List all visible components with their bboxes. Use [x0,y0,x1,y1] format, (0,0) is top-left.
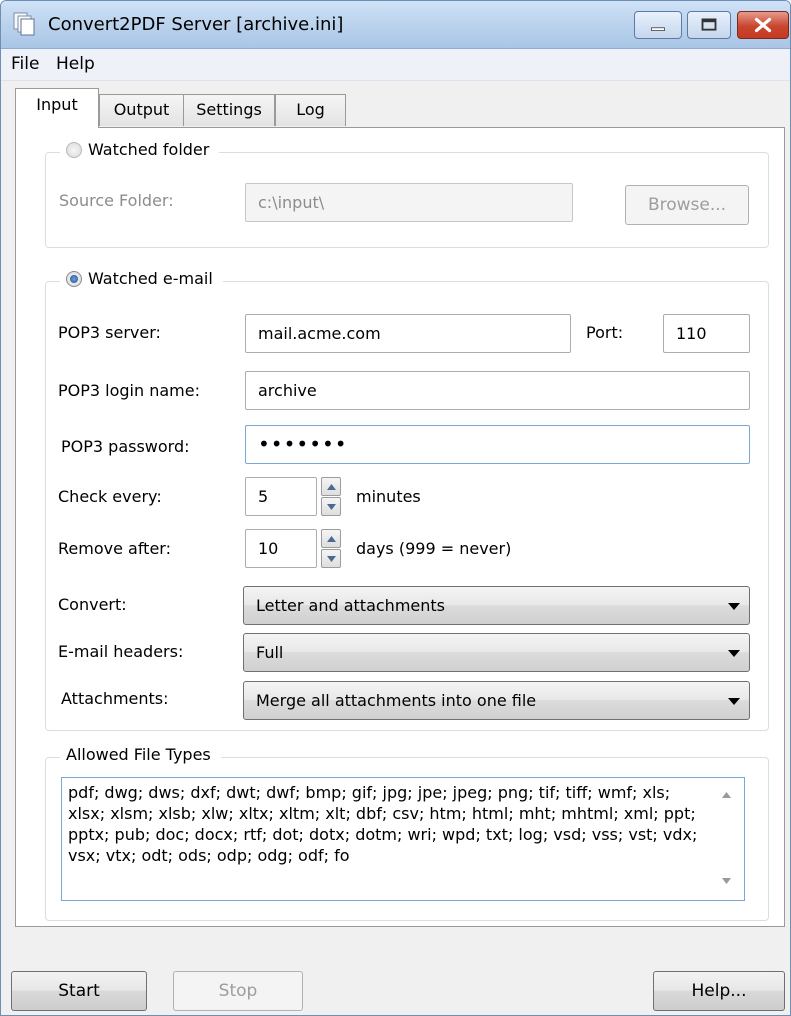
arrow-down-icon [327,504,336,510]
stop-button[interactable]: Stop [173,971,303,1011]
attachments-select[interactable]: Merge all attachments into one file [243,681,750,720]
remove-after-input[interactable]: 10 [245,529,317,568]
tab-log[interactable]: Log [275,94,346,126]
vertical-scrollbar[interactable] [708,778,744,900]
title-bar[interactable]: Convert2PDF Server [archive.ini] [1,1,790,49]
remove-after-label: Remove after: [58,539,171,558]
check-every-label: Check every: [58,487,162,506]
arrow-up-icon [327,484,336,490]
spin-down-button[interactable] [321,549,341,568]
maximize-icon [701,18,717,31]
pop3-server-input[interactable]: mail.acme.com [245,314,571,353]
pop3-login-label: POP3 login name: [58,381,200,400]
source-folder-input[interactable]: c:\input\ [245,183,573,222]
dropdown-arrow-icon [728,698,740,705]
menu-help[interactable]: Help [56,54,95,74]
maximize-button[interactable] [687,11,731,39]
email-headers-select[interactable]: Full [243,633,750,672]
allowed-file-types-textarea[interactable]: pdf; dwg; dws; dxf; dwt; dwf; bmp; gif; … [61,777,745,901]
dropdown-arrow-icon [728,650,740,657]
port-input[interactable]: 110 [663,314,750,353]
browse-button[interactable]: Browse... [625,185,749,225]
watched-folder-label: Watched folder [88,140,210,159]
watched-email-label: Watched e-mail [88,269,213,288]
pop3-password-label: POP3 password: [61,437,190,456]
spin-down-button[interactable] [321,497,341,516]
tab-input[interactable]: Input [15,88,99,128]
attachments-label: Attachments: [61,689,169,708]
attachments-selected-value: Merge all attachments into one file [256,691,537,710]
allowed-file-types-legend: Allowed File Types [60,745,221,764]
menu-bar: File Help [1,49,790,81]
app-window: Convert2PDF Server [archive.ini] File He… [0,0,791,1016]
document-stack-icon [13,12,35,36]
convert-label: Convert: [58,595,127,614]
spin-up-button[interactable] [321,529,341,548]
help-button[interactable]: Help... [653,971,785,1011]
arrow-down-icon [327,556,336,562]
minimize-button[interactable] [634,11,682,39]
close-icon [754,17,772,33]
check-every-unit: minutes [356,487,421,506]
source-folder-label: Source Folder: [59,191,174,210]
pop3-password-input[interactable]: ••••••• [245,425,750,464]
tab-output[interactable]: Output [99,94,184,126]
radio-checked [66,270,82,287]
watched-folder-radio[interactable]: Watched folder [60,140,220,159]
dropdown-arrow-icon [728,603,740,610]
window-title: Convert2PDF Server [archive.ini] [48,14,344,35]
allowed-file-types-title: Allowed File Types [66,745,211,764]
pop3-login-input[interactable]: archive [245,371,750,410]
radio-unchecked [66,141,82,158]
menu-file[interactable]: File [11,54,39,74]
port-label: Port: [586,323,624,342]
remove-after-spinner[interactable] [321,529,341,568]
arrow-up-icon [327,536,336,542]
scroll-up-arrow-icon[interactable] [722,792,731,798]
minimize-icon [651,27,665,31]
convert-select[interactable]: Letter and attachments [243,586,750,625]
email-headers-selected-value: Full [256,643,284,662]
remove-after-unit: days (999 = never) [356,539,512,558]
watched-email-radio[interactable]: Watched e-mail [60,269,223,288]
check-every-spinner[interactable] [321,477,341,516]
allowed-file-types-text: pdf; dwg; dws; dxf; dwt; dwf; bmp; gif; … [68,783,698,865]
pop3-server-label: POP3 server: [58,323,161,342]
tab-settings[interactable]: Settings [183,94,275,126]
start-button[interactable]: Start [11,971,147,1011]
check-every-input[interactable]: 5 [245,477,317,516]
close-window-button[interactable] [737,11,789,39]
scroll-down-arrow-icon[interactable] [722,878,731,884]
email-headers-label: E-mail headers: [58,642,184,661]
convert-selected-value: Letter and attachments [256,596,445,615]
spin-up-button[interactable] [321,477,341,496]
